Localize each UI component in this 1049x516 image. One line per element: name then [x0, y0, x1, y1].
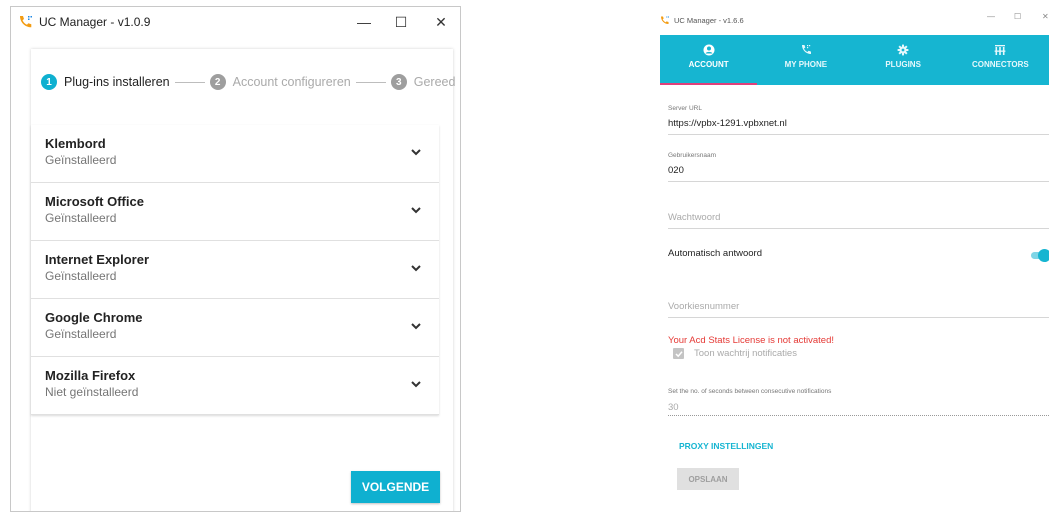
plugin-item-klembord[interactable]: Klembord Geïnstalleerd	[31, 125, 439, 183]
password-input[interactable]: Wachtwoord	[668, 212, 1049, 229]
seconds-value[interactable]: 30	[668, 402, 679, 413]
queue-notifications-checkbox[interactable]	[673, 348, 684, 359]
toggle-knob	[1038, 249, 1049, 262]
gear-icon	[897, 44, 909, 56]
server-url-field[interactable]: Server URL https://vpbx-1291.vpbxnet.nl	[668, 105, 1049, 135]
auto-answer-row: Automatisch antwoord	[668, 248, 1049, 262]
tab-plugins[interactable]: PLUGINS	[855, 35, 952, 85]
phone-icon	[801, 45, 811, 54]
save-button[interactable]: OPSLAAN	[677, 468, 739, 490]
window-title: UC Manager - v1.6.6	[674, 15, 744, 25]
plugin-status: Niet geïnstalleerd	[45, 385, 139, 399]
close-button[interactable]: ✕	[421, 7, 460, 37]
minimize-button[interactable]: —	[344, 7, 384, 37]
tab-my-phone[interactable]: MY PHONE	[757, 35, 854, 85]
checkmark-icon	[674, 350, 683, 357]
uc-manager-settings-window: UC Manager - v1.6.6 — ☐ ✕ ACCOUNT MY PHO…	[657, 8, 1049, 516]
plugin-item-google-chrome[interactable]: Google Chrome Geïnstalleerd	[31, 299, 439, 357]
plugin-status: Geïnstalleerd	[45, 327, 117, 341]
phone-app-icon	[659, 15, 671, 26]
password-placeholder: Wachtwoord	[668, 212, 721, 223]
username-value: 020	[668, 165, 684, 176]
tab-account[interactable]: ACCOUNT	[660, 35, 758, 85]
tab-connectors[interactable]: CONNECTORS	[952, 35, 1049, 85]
plugin-name: Google Chrome	[45, 310, 143, 325]
server-url-label: Server URL	[668, 105, 702, 112]
tab-label: MY PHONE	[784, 60, 828, 69]
auto-answer-label: Automatisch antwoord	[668, 248, 762, 259]
field-underline	[668, 317, 1049, 318]
title-bar: UC Manager - v1.0.9 — ☐ ✕	[11, 7, 460, 37]
plugin-name: Mozilla Firefox	[45, 368, 136, 383]
uc-manager-setup-window: UC Manager - v1.0.9 — ☐ ✕ 1 Plug-ins ins…	[10, 6, 461, 512]
step-connector	[355, 81, 386, 83]
main-tab-bar: ACCOUNT MY PHONE PLUGINS CONNECTORS	[660, 35, 1049, 85]
step-2-badge: 2	[209, 74, 226, 90]
server-url-value: https://vpbx-1291.vpbxnet.nl	[668, 118, 787, 129]
setup-stepper: 1 Plug-ins installeren 2 Account configu…	[41, 71, 455, 93]
step-1-label: Plug-ins installeren	[64, 75, 170, 89]
seconds-underline	[668, 415, 1049, 416]
chevron-down-icon[interactable]	[409, 145, 423, 159]
plugin-name: Microsoft Office	[45, 194, 144, 209]
prefix-placeholder: Voorkiesnummer	[668, 301, 740, 312]
field-underline	[668, 134, 1049, 135]
queue-notifications-checkbox-row[interactable]: Toon wachtrij notificaties	[673, 348, 797, 359]
plugin-item-mozilla-firefox[interactable]: Mozilla Firefox Niet geïnstalleerd	[31, 357, 439, 415]
plugin-list: Klembord Geïnstalleerd Microsoft Office …	[31, 125, 439, 415]
window-title: UC Manager - v1.0.9	[39, 15, 151, 29]
step-connector	[174, 81, 205, 83]
maximize-button[interactable]: ☐	[381, 7, 421, 37]
title-bar: UC Manager - v1.6.6	[659, 12, 744, 28]
phone-app-icon	[17, 14, 35, 30]
chevron-down-icon[interactable]	[409, 203, 423, 217]
step-3-badge: 3	[390, 74, 407, 90]
tab-label: PLUGINS	[885, 60, 921, 69]
field-underline	[668, 228, 1049, 229]
step-2-label: Account configureren	[232, 75, 351, 89]
connectors-icon	[994, 45, 1006, 55]
setup-panel: 1 Plug-ins installeren 2 Account configu…	[31, 49, 455, 511]
proxy-settings-link[interactable]: PROXY INSTELLINGEN	[679, 441, 773, 451]
account-circle-icon	[703, 44, 715, 56]
field-underline	[668, 181, 1049, 182]
minimize-button[interactable]: —	[987, 12, 995, 21]
step-3-label: Gereed	[413, 75, 456, 89]
chevron-down-icon[interactable]	[409, 377, 423, 391]
step-1-badge: 1	[41, 74, 57, 90]
auto-answer-toggle[interactable]	[1031, 249, 1049, 262]
plugin-status: Geïnstalleerd	[45, 153, 117, 167]
plugin-name: Klembord	[45, 136, 106, 151]
plugin-item-internet-explorer[interactable]: Internet Explorer Geïnstalleerd	[31, 241, 439, 299]
maximize-button[interactable]: ☐	[1014, 12, 1021, 21]
tab-label: ACCOUNT	[688, 60, 729, 69]
license-warning: Your Acd Stats License is not activated!	[668, 335, 834, 346]
queue-notifications-label: Toon wachtrij notificaties	[694, 348, 797, 359]
username-field[interactable]: Gebruikersnaam 020	[668, 152, 1049, 182]
plugin-status: Geïnstalleerd	[45, 269, 117, 283]
plugin-name: Internet Explorer	[45, 252, 150, 267]
seconds-label: Set the no. of seconds between consecuti…	[668, 388, 832, 395]
plugin-item-microsoft-office[interactable]: Microsoft Office Geïnstalleerd	[31, 183, 439, 241]
plugin-status: Geïnstalleerd	[45, 211, 117, 225]
tab-label: CONNECTORS	[972, 60, 1029, 69]
close-button[interactable]: ✕	[1042, 12, 1049, 21]
username-label: Gebruikersnaam	[668, 152, 717, 159]
chevron-down-icon[interactable]	[409, 261, 423, 275]
next-button[interactable]: VOLGENDE	[351, 471, 440, 503]
prefix-input[interactable]: Voorkiesnummer	[668, 301, 1049, 318]
chevron-down-icon[interactable]	[409, 319, 423, 333]
